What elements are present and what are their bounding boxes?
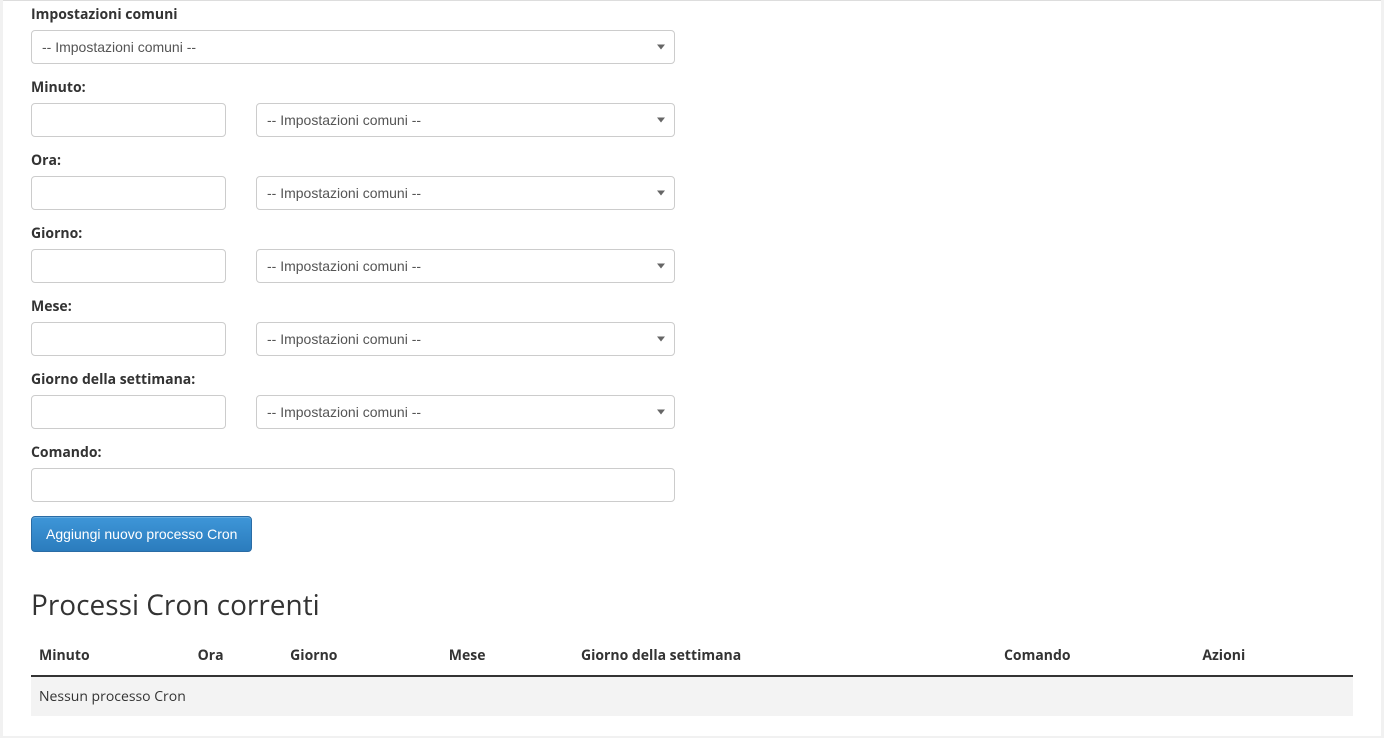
row-month: -- Impostazioni comuni --: [31, 322, 675, 356]
label-minute: Minuto:: [31, 78, 675, 97]
label-hour: Ora:: [31, 151, 675, 170]
field-month: Mese: -- Impostazioni comuni --: [31, 297, 675, 356]
input-wrap-minute: [31, 103, 226, 137]
add-cron-button[interactable]: Aggiungi nuovo processo Cron: [31, 516, 252, 552]
cron-form: Impostazioni comuni -- Impostazioni comu…: [3, 1, 703, 552]
empty-message: Nessun processo Cron: [31, 676, 1353, 716]
field-hour: Ora: -- Impostazioni comuni --: [31, 151, 675, 210]
table-row-empty: Nessun processo Cron: [31, 676, 1353, 716]
input-day[interactable]: [31, 249, 226, 283]
select-month[interactable]: -- Impostazioni comuni --: [256, 322, 675, 356]
label-common-settings: Impostazioni comuni: [31, 5, 675, 24]
current-cron-title: Processi Cron correnti: [3, 552, 1381, 636]
select-wrap-day: -- Impostazioni comuni --: [256, 249, 675, 283]
input-wrap-day: [31, 249, 226, 283]
label-weekday: Giorno della settimana:: [31, 370, 675, 389]
field-common-settings: Impostazioni comuni -- Impostazioni comu…: [31, 5, 675, 64]
cron-table-header-row: Minuto Ora Giorno Mese Giorno della sett…: [31, 636, 1353, 676]
select-wrap-common: -- Impostazioni comuni --: [31, 30, 675, 64]
input-hour[interactable]: [31, 176, 226, 210]
col-command: Comando: [996, 636, 1194, 676]
select-minute[interactable]: -- Impostazioni comuni --: [256, 103, 675, 137]
select-weekday[interactable]: -- Impostazioni comuni --: [256, 395, 675, 429]
field-day: Giorno: -- Impostazioni comuni --: [31, 224, 675, 283]
select-common-settings[interactable]: -- Impostazioni comuni --: [31, 30, 675, 64]
col-hour: Ora: [190, 636, 283, 676]
field-minute: Minuto: -- Impostazioni comuni --: [31, 78, 675, 137]
input-month[interactable]: [31, 322, 226, 356]
col-actions: Azioni: [1194, 636, 1353, 676]
select-wrap-month: -- Impostazioni comuni --: [256, 322, 675, 356]
row-weekday: -- Impostazioni comuni --: [31, 395, 675, 429]
field-weekday: Giorno della settimana: -- Impostazioni …: [31, 370, 675, 429]
label-command: Comando:: [31, 443, 675, 462]
label-month: Mese:: [31, 297, 675, 316]
row-hour: -- Impostazioni comuni --: [31, 176, 675, 210]
input-command[interactable]: [31, 468, 675, 502]
cron-table-body: Nessun processo Cron: [31, 676, 1353, 716]
cron-table-head: Minuto Ora Giorno Mese Giorno della sett…: [31, 636, 1353, 676]
select-wrap-hour: -- Impostazioni comuni --: [256, 176, 675, 210]
input-weekday[interactable]: [31, 395, 226, 429]
input-minute[interactable]: [31, 103, 226, 137]
page-container: Impostazioni comuni -- Impostazioni comu…: [3, 0, 1381, 736]
row-day: -- Impostazioni comuni --: [31, 249, 675, 283]
label-day: Giorno:: [31, 224, 675, 243]
col-weekday: Giorno della settimana: [573, 636, 996, 676]
input-wrap-month: [31, 322, 226, 356]
row-minute: -- Impostazioni comuni --: [31, 103, 675, 137]
field-command: Comando:: [31, 443, 675, 502]
input-wrap-weekday: [31, 395, 226, 429]
select-wrap-minute: -- Impostazioni comuni --: [256, 103, 675, 137]
select-day[interactable]: -- Impostazioni comuni --: [256, 249, 675, 283]
cron-table: Minuto Ora Giorno Mese Giorno della sett…: [31, 636, 1353, 716]
col-month: Mese: [441, 636, 573, 676]
select-wrap-weekday: -- Impostazioni comuni --: [256, 395, 675, 429]
col-day: Giorno: [282, 636, 441, 676]
select-hour[interactable]: -- Impostazioni comuni --: [256, 176, 675, 210]
col-minute: Minuto: [31, 636, 190, 676]
input-wrap-hour: [31, 176, 226, 210]
